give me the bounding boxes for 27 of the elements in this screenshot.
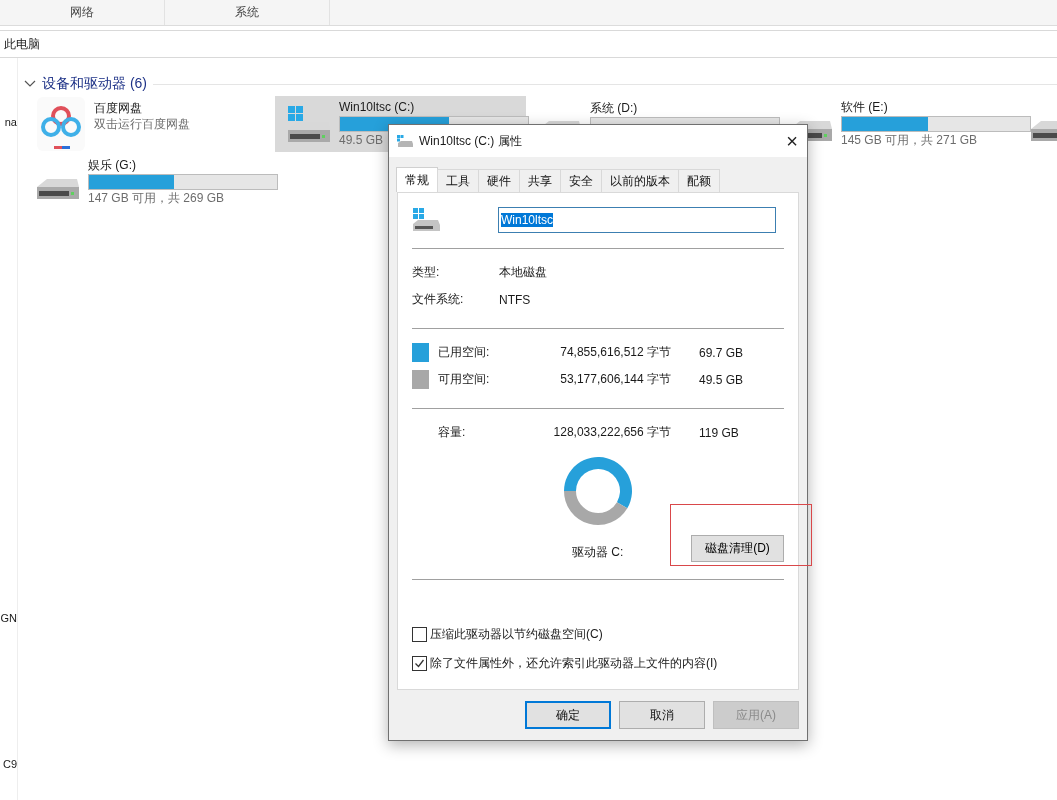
dialog-title: Win10ltsc (C:) 属性	[419, 132, 523, 150]
space-size: 69.7 GB	[699, 345, 745, 360]
drive-name: Win10ltsc (C:)	[339, 100, 415, 115]
checkbox-label: 除了文件属性外，还允许索引此驱动器上文件的内容(I)	[430, 655, 718, 672]
capacity-label: 容量:	[438, 424, 467, 441]
drive-name: 软件 (E:)	[841, 100, 888, 115]
group-title: 设备和驱动器 (6)	[42, 75, 147, 93]
drive-subtitle: 147 GB 可用，共 269 GB	[88, 191, 225, 206]
space-bytes: 74,855,616,512 字节	[559, 344, 671, 361]
drive-name: 百度网盘	[94, 101, 142, 116]
property-label: 文件系统:	[412, 291, 465, 308]
drive-subtitle: 49.5 GB	[339, 133, 384, 148]
property-label: 类型:	[412, 264, 441, 281]
drive-name: 系统 (D:)	[590, 101, 638, 116]
capacity-bytes: 128,033,222,656 字节	[552, 424, 671, 441]
property-value: NTFS	[499, 292, 531, 307]
drive-subtitle: 双击运行百度网盘	[94, 117, 190, 132]
space-size: 49.5 GB	[699, 372, 745, 387]
drive-name: 娱乐 (G:)	[88, 158, 136, 173]
drive-label: 驱动器 C:	[572, 544, 624, 561]
property-value: 本地磁盘	[499, 264, 547, 281]
capacity-size: 119 GB	[699, 425, 740, 440]
drive-subtitle: 145 GB 可用，共 271 GB	[841, 133, 978, 148]
space-label: 已用空间:	[438, 344, 491, 361]
space-label: 可用空间:	[438, 371, 491, 388]
checkbox-label: 压缩此驱动器以节约磁盘空间(C)	[430, 626, 603, 643]
space-bytes: 53,177,606,144 字节	[559, 371, 671, 388]
